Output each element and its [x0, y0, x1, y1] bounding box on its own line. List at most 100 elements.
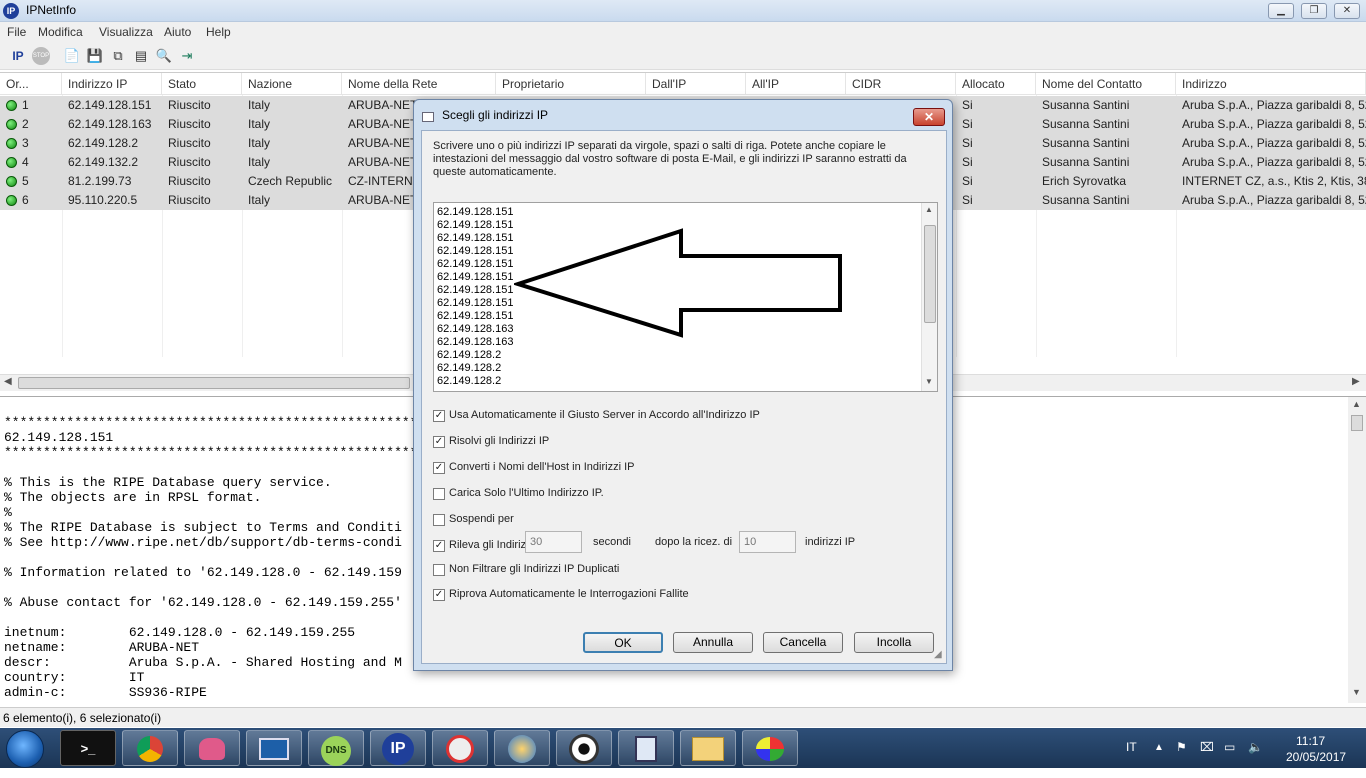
find-icon[interactable]: 🔍: [154, 46, 174, 66]
ipnetinfo-icon[interactable]: IP: [370, 730, 426, 766]
ip-addresses-textarea[interactable]: 62.149.128.151 62.149.128.151 62.149.128.1…: [433, 202, 938, 392]
menu-visualizza[interactable]: Visualizza: [99, 25, 153, 39]
clock-date[interactable]: 20/05/2017: [1286, 750, 1346, 764]
vertical-scrollbar[interactable]: ▲ ▼: [1348, 397, 1366, 703]
cell-order: 5: [22, 174, 29, 188]
ip-line: 62.149.128.2: [437, 375, 502, 387]
cell-order: 3: [22, 136, 29, 150]
annulla-button[interactable]: Annulla: [673, 632, 753, 653]
cell-country: Italy: [248, 136, 271, 150]
convert-hostnames-checkbox[interactable]: ✓: [433, 462, 445, 474]
document-icon[interactable]: 📄: [62, 46, 82, 66]
language-indicator[interactable]: IT: [1126, 740, 1137, 754]
column-status[interactable]: Stato: [162, 73, 242, 95]
convert-hostnames-label[interactable]: Converti i Nomi dell'Host in Indirizzi I…: [449, 461, 635, 473]
ip-line: 62.149.128.151: [437, 284, 514, 296]
ip-line: 62.149.128.2: [437, 349, 502, 361]
network-icon[interactable]: [618, 730, 674, 766]
column-order[interactable]: Or...: [0, 73, 62, 95]
cell-country: Italy: [248, 98, 271, 112]
save-icon[interactable]: 💾: [85, 46, 105, 66]
menu-file[interactable]: File: [7, 25, 26, 39]
clock-time[interactable]: 11:17: [1296, 734, 1325, 748]
auto-server-checkbox[interactable]: ✓: [433, 410, 445, 422]
column-from-ip[interactable]: Dall'IP: [646, 73, 746, 95]
network-tray-icon[interactable]: ▭: [1224, 740, 1235, 754]
exit-icon[interactable]: ⇥: [177, 46, 197, 66]
volume-icon[interactable]: 🔈: [1248, 740, 1263, 754]
paint-icon[interactable]: [742, 730, 798, 766]
app-icon[interactable]: [432, 730, 488, 766]
dns-icon[interactable]: DNS: [308, 730, 364, 766]
scroll-thumb[interactable]: [924, 225, 936, 323]
tray-expand-icon[interactable]: ▲: [1154, 742, 1164, 753]
cell-status: Riuscito: [168, 193, 211, 207]
incolla-button[interactable]: Incolla: [854, 632, 934, 653]
column-to-ip[interactable]: All'IP: [746, 73, 846, 95]
copy-icon[interactable]: ⧉: [108, 46, 128, 66]
detect-ipv6-checkbox[interactable]: ✓: [433, 540, 445, 552]
minimize-button[interactable]: ▁: [1268, 3, 1294, 19]
resolve-ip-checkbox[interactable]: ✓: [433, 436, 445, 448]
suspend-checkbox[interactable]: [433, 514, 445, 526]
suspend-label[interactable]: Sospendi per: [449, 513, 514, 525]
eye-icon[interactable]: [556, 730, 612, 766]
column-ip-address[interactable]: Indirizzo IP: [62, 73, 162, 95]
compass-icon[interactable]: [494, 730, 550, 766]
column-contact-name[interactable]: Nome del Contatto: [1036, 73, 1176, 95]
load-last-only-label[interactable]: Carica Solo l'Ultimo Indirizzo IP.: [449, 487, 604, 499]
column-cidr[interactable]: CIDR: [846, 73, 956, 95]
cell-allocated: Si: [962, 155, 973, 169]
menu-aiuto[interactable]: Aiuto: [164, 25, 191, 39]
close-button[interactable]: ✕: [1334, 3, 1360, 19]
resize-grip-icon[interactable]: ◢: [934, 649, 942, 660]
cmd-icon[interactable]: >_: [60, 730, 116, 766]
app-icon[interactable]: [246, 730, 302, 766]
no-filter-duplicates-checkbox[interactable]: [433, 564, 445, 576]
menu-modifica[interactable]: Modifica: [38, 25, 83, 39]
scroll-thumb[interactable]: [1351, 415, 1363, 431]
ok-button[interactable]: OK: [583, 632, 663, 653]
app-icon[interactable]: [184, 730, 240, 766]
scroll-thumb[interactable]: [18, 377, 410, 389]
menu-help[interactable]: Help: [206, 25, 231, 39]
maximize-button[interactable]: ❐: [1301, 3, 1327, 19]
stop-icon[interactable]: STOP: [32, 47, 50, 65]
scroll-left-icon[interactable]: ◀: [4, 376, 12, 387]
cell-allocated: Si: [962, 193, 973, 207]
cell-country: Italy: [248, 193, 271, 207]
no-filter-duplicates-label[interactable]: Non Filtrare gli Indirizzi IP Duplicati: [449, 563, 619, 575]
suspend-count-input[interactable]: 10: [739, 531, 796, 553]
chrome-icon[interactable]: [122, 730, 178, 766]
scroll-up-icon[interactable]: ▲: [925, 205, 933, 214]
column-allocated[interactable]: Allocato: [956, 73, 1036, 95]
cell-address: Aruba S.p.A., Piazza garibaldi 8, 520: [1182, 193, 1366, 207]
scroll-down-icon[interactable]: ▼: [1352, 687, 1361, 697]
column-owner[interactable]: Proprietario: [496, 73, 646, 95]
suspend-seconds-input[interactable]: 30: [525, 531, 582, 553]
properties-icon[interactable]: ▤: [131, 46, 151, 66]
cell-allocated: Si: [962, 117, 973, 131]
scroll-right-icon[interactable]: ▶: [1352, 376, 1360, 387]
cell-order: 1: [22, 98, 29, 112]
flag-icon[interactable]: ⚑: [1176, 740, 1187, 754]
column-network-name[interactable]: Nome della Rete: [342, 73, 496, 95]
scroll-up-icon[interactable]: ▲: [1352, 399, 1361, 409]
cell-contact: Susanna Santini: [1042, 193, 1130, 207]
dialog-close-button[interactable]: ✕: [913, 108, 945, 126]
ip-icon[interactable]: IP: [8, 46, 28, 66]
ip-line: 62.149.128.151: [437, 245, 514, 257]
cancella-button[interactable]: Cancella: [763, 632, 843, 653]
load-last-only-checkbox[interactable]: [433, 488, 445, 500]
device-icon[interactable]: ⌧: [1200, 740, 1214, 754]
auto-server-label[interactable]: Usa Automaticamente il Giusto Server in …: [449, 409, 760, 421]
scroll-down-icon[interactable]: ▼: [925, 377, 933, 386]
folder-icon[interactable]: [680, 730, 736, 766]
start-button[interactable]: [6, 730, 44, 768]
column-address[interactable]: Indirizzo: [1176, 73, 1366, 95]
retry-failed-checkbox[interactable]: ✓: [433, 589, 445, 601]
resolve-ip-label[interactable]: Risolvi gli Indirizzi IP: [449, 435, 549, 447]
retry-failed-label[interactable]: Riprova Automaticamente le Interrogazion…: [449, 588, 689, 600]
column-country[interactable]: Nazione: [242, 73, 342, 95]
ip-list-scrollbar[interactable]: ▲ ▼: [921, 203, 937, 391]
